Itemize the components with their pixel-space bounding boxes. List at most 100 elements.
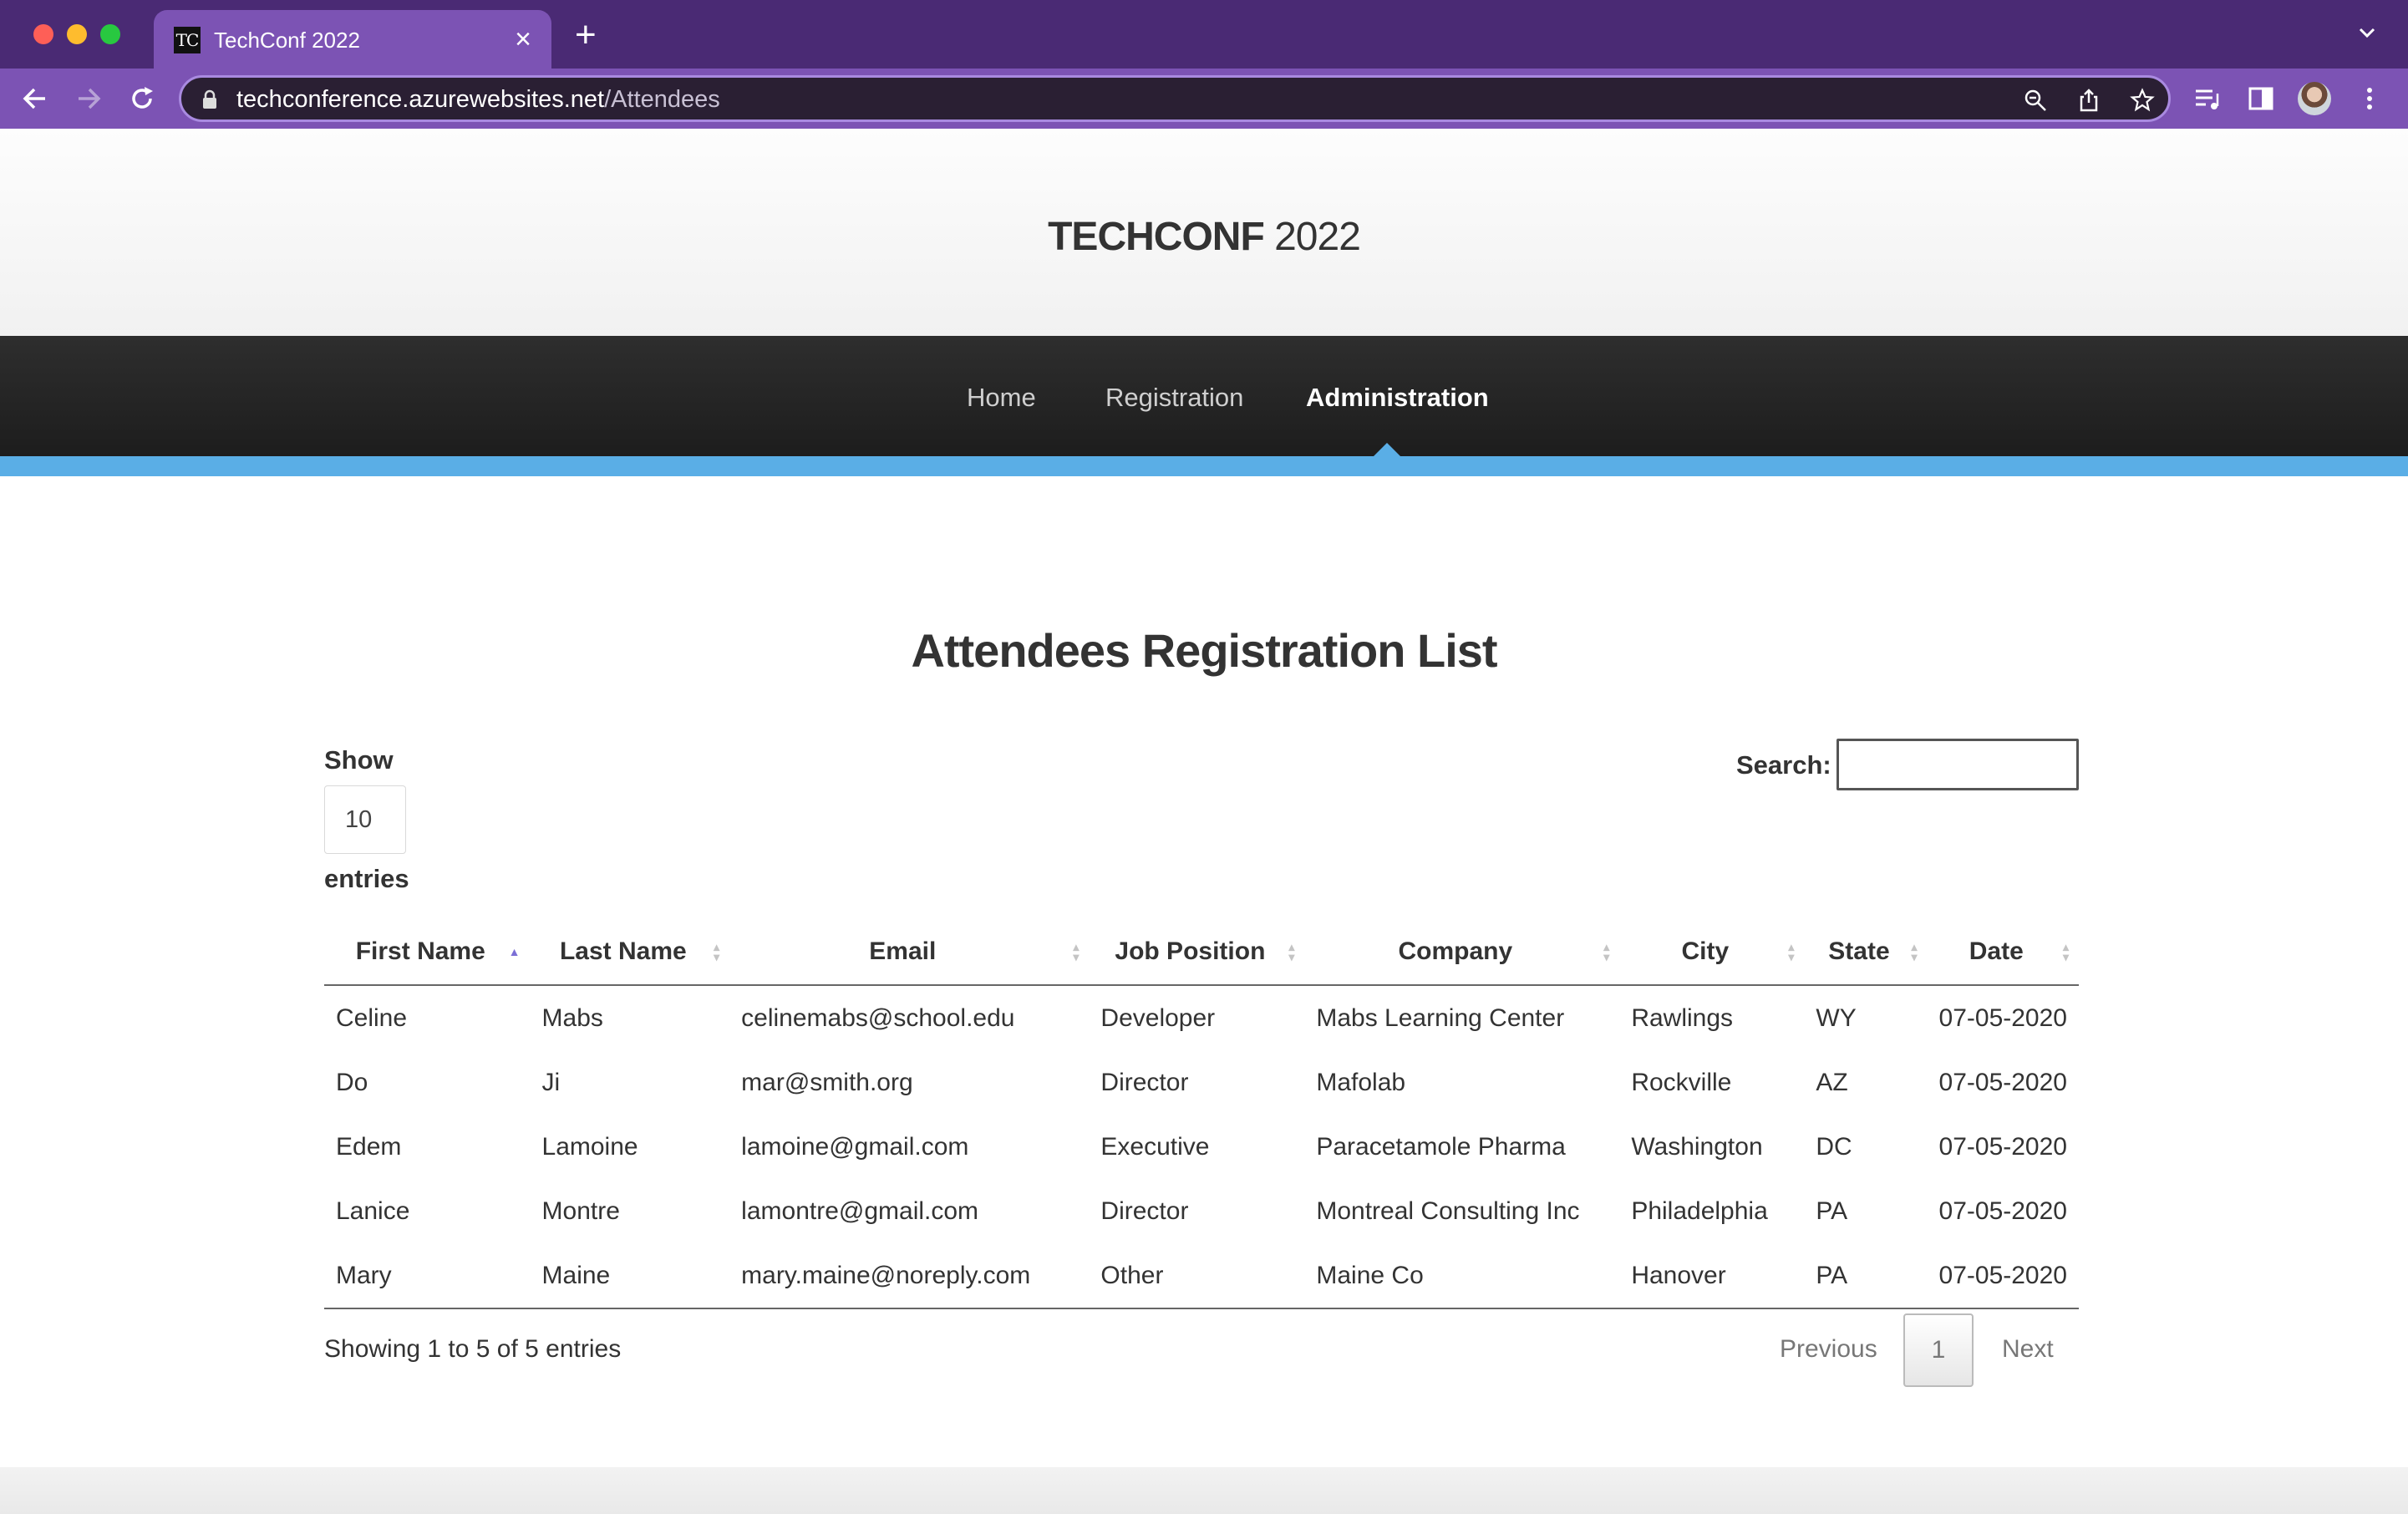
nav-item-registration[interactable]: Registration bbox=[1105, 381, 1243, 414]
cell-city: Rawlings bbox=[1631, 1003, 1734, 1032]
cell-job-position: Director bbox=[1100, 1196, 1189, 1225]
cell-state: PA bbox=[1816, 1196, 1848, 1225]
page-length-select[interactable]: 10 bbox=[324, 785, 406, 854]
sort-both-icon: ▴ ▾ bbox=[1603, 940, 1610, 963]
nav-item-administration[interactable]: Administration bbox=[1306, 381, 1489, 414]
cell-company: Maine Co bbox=[1304, 1243, 1620, 1309]
column-header-last-name[interactable]: Last Name ▴ ▾ bbox=[530, 919, 730, 986]
cell-city: Rockville bbox=[1631, 1068, 1732, 1096]
forward-arrow-icon[interactable] bbox=[74, 84, 104, 114]
cell-state: DC bbox=[1816, 1132, 1852, 1161]
tab-close-icon[interactable]: × bbox=[515, 23, 531, 55]
cell-state: WY bbox=[1816, 1003, 1857, 1032]
nav-item-home[interactable]: Home bbox=[967, 381, 1036, 414]
column-header-state[interactable]: State ▴ ▾ bbox=[1804, 919, 1928, 986]
column-header-email[interactable]: Email ▴ ▾ bbox=[729, 919, 1090, 986]
browser-toolbar: techconference.azurewebsites.net/Attende… bbox=[0, 69, 2408, 129]
zoom-icon[interactable] bbox=[2023, 88, 2048, 113]
cell-email: mar@smith.org bbox=[741, 1068, 913, 1096]
sort-ascending-icon: ▲ bbox=[508, 945, 521, 958]
cell-first-name: Do bbox=[336, 1068, 368, 1096]
cell-email: celinemabs@school.edu bbox=[741, 1003, 1015, 1032]
nav-accent-bar bbox=[0, 456, 2408, 476]
tab-title: TechConf 2022 bbox=[214, 28, 360, 53]
pagination-previous-button[interactable]: Previous bbox=[1780, 1335, 1877, 1364]
cell-city: Hanover bbox=[1619, 1243, 1805, 1309]
cell-company: Mafolab bbox=[1316, 1068, 1406, 1096]
url-text: techconference.azurewebsites.net/Attende… bbox=[236, 86, 720, 113]
table-row: Celine Mabs celinemabs@school.edu Develo… bbox=[324, 985, 2079, 1050]
cell-company: Montreal Consulting Inc bbox=[1316, 1196, 1580, 1225]
active-nav-indicator bbox=[1374, 443, 1400, 456]
search-input[interactable] bbox=[1836, 739, 2079, 790]
profile-avatar[interactable] bbox=[2298, 82, 2331, 115]
reload-icon[interactable] bbox=[127, 84, 157, 114]
back-arrow-icon[interactable] bbox=[20, 84, 50, 114]
cell-first-name: Edem bbox=[336, 1132, 402, 1161]
sort-both-icon: ▴ ▾ bbox=[1073, 940, 1080, 963]
sort-both-icon: ▴ ▾ bbox=[1911, 940, 1918, 963]
sort-both-icon: ▴ ▾ bbox=[2062, 940, 2069, 963]
table-header-row: First Name ▲ Last Name ▴ ▾ Email ▴ ▾ Job Posi… bbox=[324, 919, 2079, 986]
media-playlist-icon[interactable] bbox=[2192, 84, 2223, 114]
bookmark-star-icon[interactable] bbox=[2130, 88, 2155, 113]
column-header-first-name[interactable]: First Name ▲ bbox=[324, 919, 531, 986]
new-tab-plus-icon[interactable]: + bbox=[575, 17, 597, 53]
table-info: Showing 1 to 5 of 5 entries bbox=[324, 1335, 622, 1363]
cell-first-name: Lanice bbox=[336, 1196, 410, 1225]
browser-tab-strip: TC TechConf 2022 × + bbox=[0, 0, 2408, 69]
site-footer bbox=[0, 1467, 2408, 1514]
cell-email: lamontre@gmail.com bbox=[741, 1196, 979, 1225]
cell-job-position: Executive bbox=[1100, 1132, 1210, 1161]
cell-email: lamoine@gmail.com bbox=[741, 1132, 969, 1161]
column-header-job-position[interactable]: Job Position ▴ ▾ bbox=[1089, 919, 1305, 986]
tab-search-chevron-icon[interactable] bbox=[2358, 23, 2376, 42]
maximize-window-button[interactable] bbox=[100, 24, 120, 44]
cell-date: 07-05-2020 bbox=[1938, 1196, 2067, 1225]
tab-favicon-icon: TC bbox=[174, 27, 201, 53]
more-menu-icon[interactable] bbox=[2355, 84, 2385, 114]
table-row: Lanice Montre lamontre@gmail.com Directo… bbox=[324, 1179, 2079, 1243]
entries-label: entries bbox=[324, 864, 409, 893]
cell-company: Mabs Learning Center bbox=[1316, 1003, 1565, 1032]
browser-tab-active[interactable]: TC TechConf 2022 × bbox=[154, 10, 551, 69]
cell-job-position: Other bbox=[1089, 1243, 1305, 1309]
show-label: Show bbox=[324, 745, 394, 775]
sort-both-icon: ▴ ▾ bbox=[714, 940, 720, 963]
search-label: Search: bbox=[1736, 750, 1831, 780]
share-icon[interactable] bbox=[2076, 88, 2101, 113]
attendees-table: First Name ▲ Last Name ▴ ▾ Email ▴ ▾ Job Posi… bbox=[324, 919, 2079, 1309]
cell-first-name: Mary bbox=[324, 1243, 531, 1309]
pagination-next-button[interactable]: Next bbox=[2002, 1335, 2054, 1364]
table-row: Do Ji mar@smith.org Director Mafolab Roc… bbox=[324, 1050, 2079, 1115]
cell-job-position: Director bbox=[1100, 1068, 1189, 1096]
column-header-date[interactable]: Date ▴ ▾ bbox=[1927, 919, 2079, 986]
cell-last-name: Montre bbox=[541, 1196, 620, 1225]
cell-date: 07-05-2020 bbox=[1927, 1243, 2079, 1309]
cell-date: 07-05-2020 bbox=[1938, 1003, 2067, 1032]
site-brand[interactable]: TECHCONF 2022 bbox=[0, 212, 2408, 262]
cell-email: mary.maine@noreply.com bbox=[729, 1243, 1090, 1309]
cell-state: PA bbox=[1804, 1243, 1928, 1309]
lock-icon bbox=[203, 89, 216, 109]
column-header-city[interactable]: City ▴ ▾ bbox=[1619, 919, 1805, 986]
pagination-page-1-button[interactable]: 1 bbox=[1903, 1313, 1974, 1387]
sort-both-icon: ▴ ▾ bbox=[1288, 940, 1295, 963]
cell-last-name: Ji bbox=[541, 1068, 561, 1096]
main-nav: Home Registration Administration bbox=[0, 336, 2408, 456]
address-bar[interactable]: techconference.azurewebsites.net/Attende… bbox=[179, 75, 2171, 122]
table-row: Edem Lamoine lamoine@gmail.com Executive… bbox=[324, 1115, 2079, 1179]
cell-job-position: Developer bbox=[1100, 1003, 1216, 1032]
cell-last-name: Maine bbox=[530, 1243, 730, 1309]
minimize-window-button[interactable] bbox=[67, 24, 87, 44]
side-panel-icon[interactable] bbox=[2246, 84, 2276, 114]
column-header-company[interactable]: Company ▴ ▾ bbox=[1304, 919, 1620, 986]
cell-company: Paracetamole Pharma bbox=[1316, 1132, 1566, 1161]
close-window-button[interactable] bbox=[33, 24, 53, 44]
cell-city: Philadelphia bbox=[1631, 1196, 1768, 1225]
sort-both-icon: ▴ ▾ bbox=[1788, 940, 1795, 963]
cell-date: 07-05-2020 bbox=[1938, 1068, 2067, 1096]
cell-first-name: Celine bbox=[336, 1003, 408, 1032]
cell-last-name: Lamoine bbox=[541, 1132, 638, 1161]
cell-state: AZ bbox=[1816, 1068, 1848, 1096]
